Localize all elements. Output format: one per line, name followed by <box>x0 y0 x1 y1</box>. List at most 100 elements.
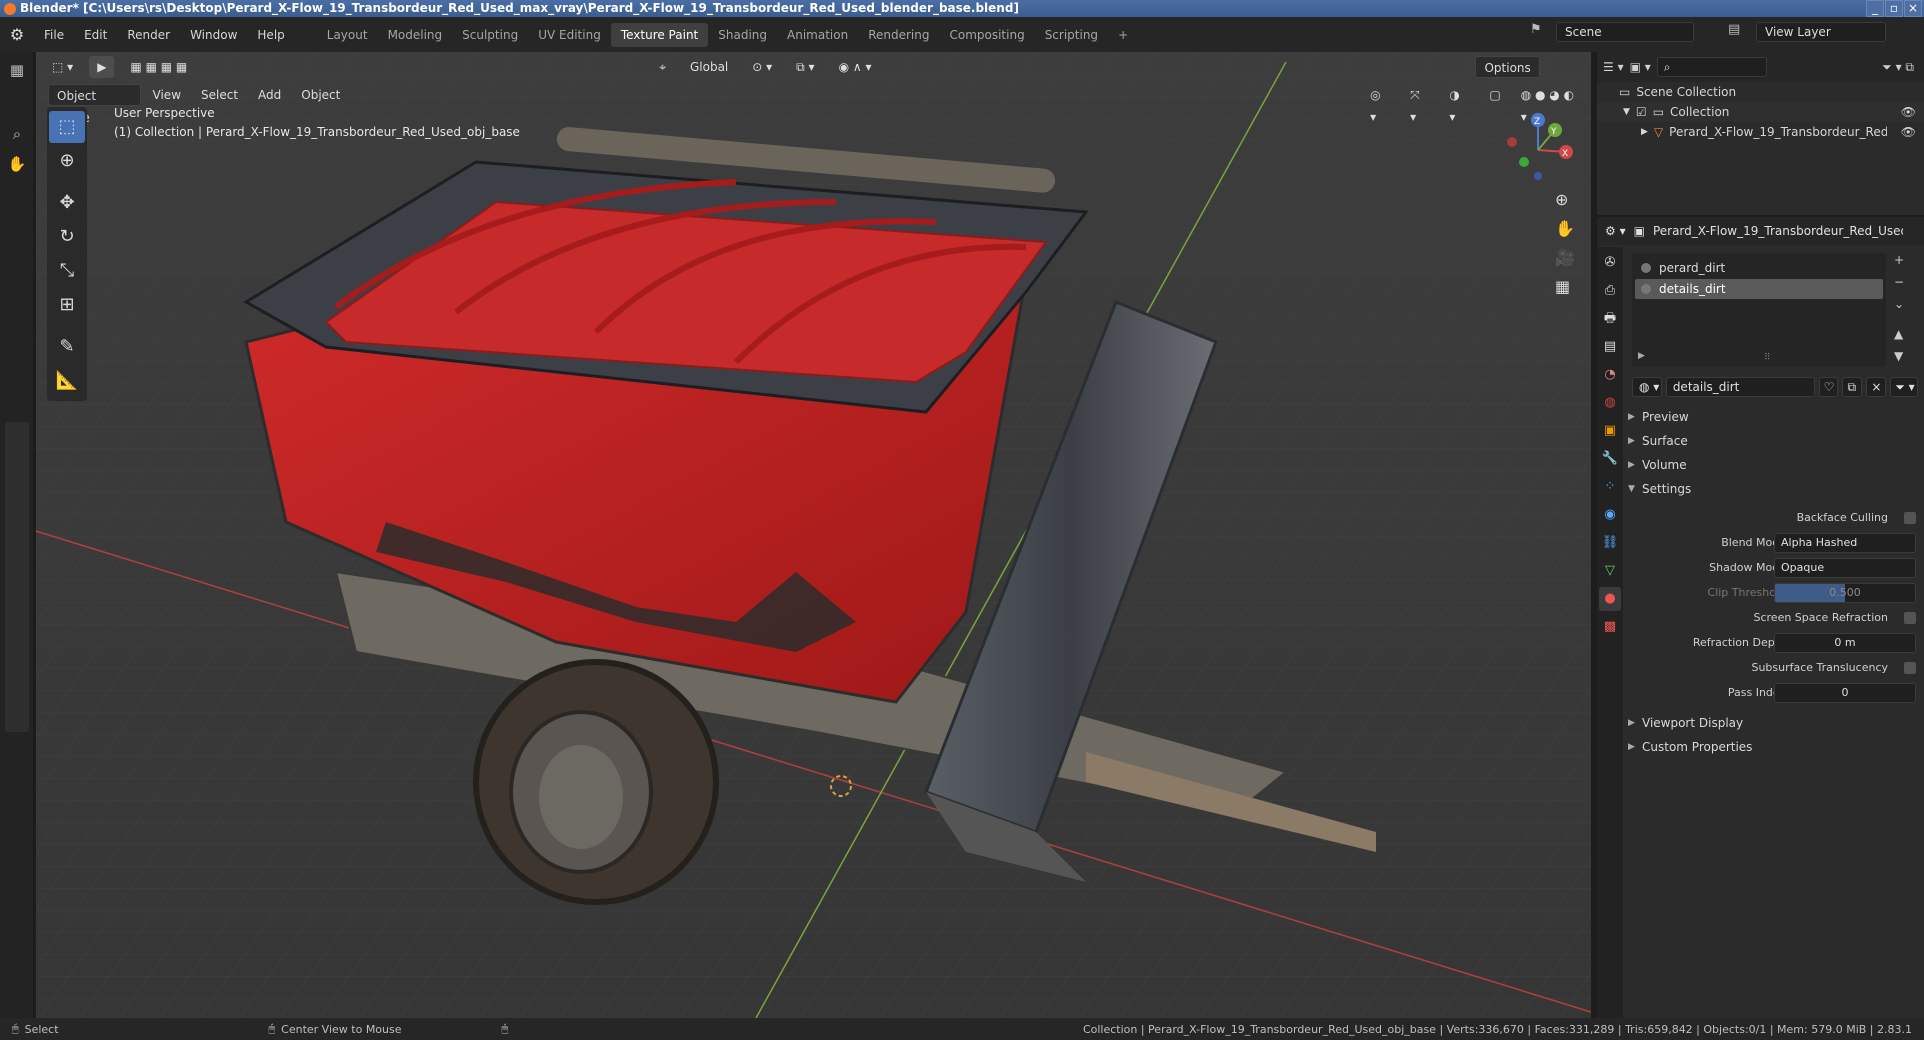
cursor-tool-icon[interactable]: ⊕ <box>49 145 85 177</box>
duplicate-material-icon[interactable]: ⧉ <box>1842 377 1863 397</box>
expand-arrow-icon[interactable]: ▶ <box>1641 127 1648 137</box>
list-item[interactable]: perard_dirt <box>1635 258 1883 278</box>
transform-pivot-icon[interactable]: ⌖ <box>651 56 674 78</box>
left-scrollbar[interactable] <box>5 422 29 732</box>
move-tool-icon[interactable]: ✥ <box>49 187 85 219</box>
particles-tab-icon[interactable]: ⁘ <box>1599 475 1621 499</box>
annotate-tool-icon[interactable]: ✎ <box>49 331 85 363</box>
maximize-button[interactable]: ▫ <box>1885 0 1903 17</box>
texture-tab-icon[interactable]: ▩ <box>1599 615 1621 639</box>
minimize-button[interactable]: _ <box>1866 0 1884 17</box>
add-workspace-button[interactable]: + <box>1108 23 1138 47</box>
xray-icon[interactable]: ▢ <box>1481 84 1508 106</box>
visibility-icon[interactable]: ◎ ▾ <box>1362 84 1398 124</box>
3d-viewport[interactable] <box>36 52 1591 1018</box>
pass-index-field[interactable]: 0 <box>1774 683 1916 703</box>
remove-slot-icon[interactable]: − <box>1894 275 1904 289</box>
view-layer-tab-icon[interactable]: ▤ <box>1599 335 1621 359</box>
tab-animation[interactable]: Animation <box>777 23 858 47</box>
scene-tab-icon[interactable]: ◔ <box>1599 363 1621 387</box>
tab-texture-paint[interactable]: Texture Paint <box>610 22 709 47</box>
pan-hand-icon[interactable]: ✋ <box>4 152 30 176</box>
view-menu[interactable]: View <box>145 84 189 106</box>
blend-mode-dropdown[interactable]: Alpha Hashed <box>1774 533 1916 553</box>
transform-orientation-dropdown[interactable]: Global <box>682 56 736 78</box>
select-menu[interactable]: Select <box>193 84 246 106</box>
settings-panel-header[interactable]: ▼ Settings <box>1628 478 1918 500</box>
snap-icon[interactable]: ⊙ ▾ <box>744 56 780 78</box>
menu-render[interactable]: Render <box>117 28 180 42</box>
browse-material-icon[interactable]: ◍ ▾ <box>1632 377 1662 397</box>
measure-tool-icon[interactable]: 📐 <box>49 365 85 397</box>
tab-shading[interactable]: Shading <box>708 23 777 47</box>
snapping-icon[interactable]: ⧉ ▾ <box>788 56 822 78</box>
expand-arrow-icon[interactable]: ▶ <box>1638 351 1645 361</box>
slot-link-icon[interactable]: ⏷ ▾ <box>1890 377 1918 397</box>
menu-edit[interactable]: Edit <box>74 28 117 42</box>
filter-icon[interactable]: ⏷ ▾ ⧉ <box>1882 60 1914 75</box>
resize-handle-icon[interactable]: ⠿ <box>1764 353 1771 363</box>
zoom-icon[interactable]: ⊕ <box>1555 190 1575 209</box>
render-tab-icon[interactable]: ⎙ <box>1599 279 1621 303</box>
preview-panel-header[interactable]: ▶ Preview <box>1628 406 1918 428</box>
tab-rendering[interactable]: Rendering <box>858 23 939 47</box>
tool-tab-icon[interactable]: ✇ <box>1599 251 1621 275</box>
proportional-editing-icon[interactable]: ◉ ∧ ▾ <box>831 56 880 78</box>
move-down-icon[interactable]: ▼ <box>1894 349 1904 363</box>
transform-tool-icon[interactable]: ⊞ <box>49 289 85 321</box>
object-mode-dropdown[interactable]: Object Mode <box>48 84 141 125</box>
tab-scripting[interactable]: Scripting <box>1035 23 1108 47</box>
tab-layout[interactable]: Layout <box>317 23 378 47</box>
tab-modeling[interactable]: Modeling <box>378 23 453 47</box>
ortho-grid-icon[interactable]: ▦ <box>1555 277 1575 296</box>
physics-tab-icon[interactable]: ◉ <box>1599 503 1621 527</box>
blender-menu-icon[interactable]: ⚙ <box>0 17 34 52</box>
checkbox-icon[interactable]: ☑ <box>1636 105 1647 119</box>
scale-tool-icon[interactable]: ⤡ <box>49 255 85 287</box>
constraints-tab-icon[interactable]: ⛓ <box>1599 531 1621 555</box>
refraction-depth-field[interactable]: 0 m <box>1774 633 1916 653</box>
view-layer-selector[interactable]: View Layer <box>1756 22 1886 42</box>
scene-icon[interactable]: ⚑ <box>1530 22 1542 37</box>
shadow-mode-dropdown[interactable]: Opaque <box>1774 558 1916 578</box>
properties-editor-icon[interactable]: ⚙ ▾ <box>1605 224 1626 238</box>
options-dropdown[interactable]: Options <box>1475 56 1540 78</box>
ssr-checkbox[interactable] <box>1904 612 1916 624</box>
eye-icon[interactable]: 👁 <box>1901 125 1916 139</box>
select-box-tool-icon[interactable]: ⬚ <box>49 111 85 143</box>
menu-window[interactable]: Window <box>180 28 247 42</box>
select-tool-icon[interactable]: ▶ <box>89 56 115 78</box>
custom-properties-panel-header[interactable]: ▶ Custom Properties <box>1628 736 1918 758</box>
editor-type-button[interactable]: ⬚ ▾ <box>44 56 81 78</box>
world-tab-icon[interactable]: ◍ <box>1599 391 1621 415</box>
material-name-field[interactable]: details_dirt <box>1665 377 1815 397</box>
navigation-gizmo[interactable]: Z X Y <box>1490 108 1580 188</box>
output-tab-icon[interactable]: 🖶 <box>1599 307 1621 331</box>
slot-specials-icon[interactable]: ⌄ <box>1894 297 1904 311</box>
camera-icon[interactable]: 🎥 <box>1555 248 1575 267</box>
outliner-editor-icon[interactable]: ☰ ▾ <box>1603 60 1624 74</box>
modifier-tab-icon[interactable]: 🔧 <box>1599 447 1621 471</box>
editor-type-icon[interactable]: ▦ <box>4 58 30 82</box>
material-tab-icon[interactable]: ● <box>1599 587 1621 611</box>
outliner-search-input[interactable]: ⌕ <box>1656 57 1767 77</box>
scene-selector[interactable]: Scene <box>1556 22 1694 42</box>
unlink-material-icon[interactable]: × <box>1866 377 1887 397</box>
clip-threshold-slider[interactable]: 0.500 <box>1774 583 1916 603</box>
menu-file[interactable]: File <box>34 28 74 42</box>
sss-checkbox[interactable] <box>1904 662 1916 674</box>
object-menu[interactable]: Object <box>293 84 348 106</box>
tab-sculpting[interactable]: Sculpting <box>452 23 528 47</box>
backface-culling-checkbox[interactable] <box>1904 512 1916 524</box>
view-layer-icon[interactable]: ▤ <box>1728 22 1740 37</box>
outliner-scene-collection[interactable]: ▭ Scene Collection <box>1597 82 1924 102</box>
close-button[interactable]: × <box>1904 0 1922 17</box>
menu-help[interactable]: Help <box>247 28 294 42</box>
fake-user-icon[interactable]: ♡ <box>1818 377 1839 397</box>
overlay-toggle-icon[interactable]: ◑ ▾ <box>1441 84 1477 124</box>
outliner-collection-row[interactable]: ▼ ☑ ▭ Collection 👁 <box>1597 102 1924 122</box>
add-slot-icon[interactable]: + <box>1894 253 1904 267</box>
object-tab-icon[interactable]: ▣ <box>1599 419 1621 443</box>
rotate-tool-icon[interactable]: ↻ <box>49 221 85 253</box>
zoom-view-icon[interactable]: ⌕ <box>4 122 30 146</box>
